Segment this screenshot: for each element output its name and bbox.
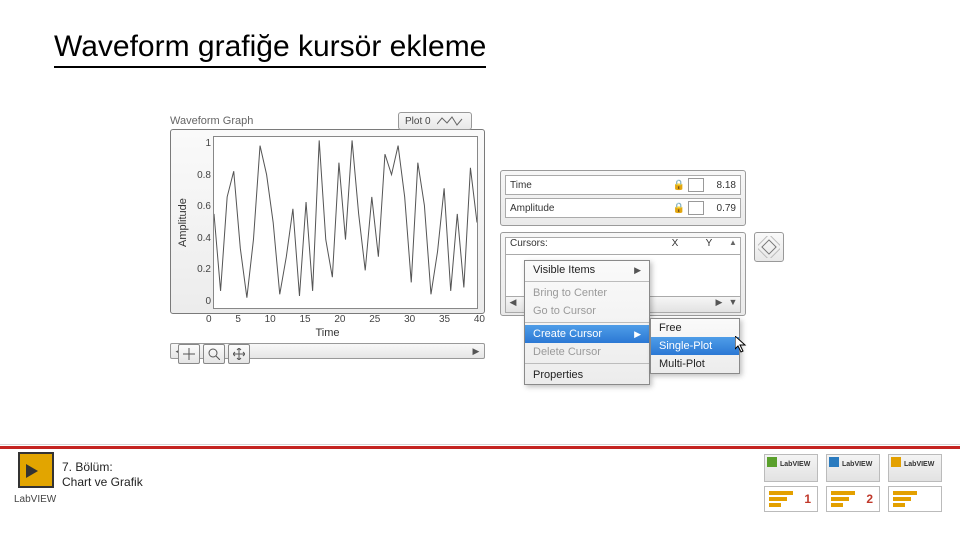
menu-label: Visible Items (533, 264, 595, 276)
badge-row-bottom: 1 2 (764, 486, 942, 512)
badge-row-top: LabVIEW LabVIEW LabVIEW (764, 454, 942, 482)
scroll-down-icon[interactable]: ▼ (726, 297, 740, 312)
xtick: 40 (474, 314, 485, 325)
submenu-free[interactable]: Free (651, 319, 739, 337)
submenu-multi-plot[interactable]: Multi-Plot (651, 355, 739, 373)
badge-number (888, 486, 942, 512)
menu-label: Delete Cursor (533, 346, 601, 358)
ytick: 0.6 (191, 201, 211, 212)
submenu-arrow-icon: ▶ (634, 329, 641, 340)
pan-tool-button[interactable] (228, 344, 250, 364)
xtick: 35 (439, 314, 450, 325)
badge-number: 2 (826, 486, 880, 512)
menu-separator (525, 363, 649, 364)
menu-go-to-cursor: Go to Cursor (525, 302, 649, 320)
x-axis-label: Time (170, 327, 485, 339)
chart-canvas[interactable] (213, 136, 478, 309)
chapter-line1: 7. Bölüm: (62, 460, 143, 475)
crosshair-tool-button[interactable] (178, 344, 200, 364)
xtick: 0 (206, 314, 212, 325)
y-ticks: 1 0.8 0.6 0.4 0.2 0 (191, 136, 213, 309)
axis-style-icon[interactable] (688, 178, 704, 192)
menu-label: Single-Plot (659, 340, 712, 352)
cursors-title: Cursors: (506, 238, 658, 254)
badge: LabVIEW (764, 454, 818, 482)
legend-label: Plot 0 (405, 116, 431, 127)
axis-info-panel: Time 🔒 8.18 Amplitude 🔒 0.79 (500, 170, 746, 226)
menu-create-cursor[interactable]: Create Cursor ▶ (525, 325, 649, 343)
footer-divider (0, 446, 960, 449)
ytick: 0.4 (191, 233, 211, 244)
xtick: 10 (265, 314, 276, 325)
xtick: 30 (404, 314, 415, 325)
ytick: 1 (191, 138, 211, 149)
badge: LabVIEW (826, 454, 880, 482)
scroll-left-icon[interactable]: ◀ (506, 297, 520, 312)
axis-style-icon[interactable] (688, 201, 704, 215)
amplitude-label: Amplitude (506, 203, 672, 214)
ytick: 0.8 (191, 170, 211, 181)
chapter-info: 7. Bölüm: Chart ve Grafik (62, 460, 143, 490)
plot-area[interactable]: Amplitude 1 0.8 0.6 0.4 0.2 0 (170, 129, 485, 314)
context-menu[interactable]: Visible Items ▶ Bring to Center Go to Cu… (524, 260, 650, 385)
time-row[interactable]: Time 🔒 8.18 (505, 175, 741, 195)
menu-label: Go to Cursor (533, 305, 596, 317)
page-title: Waveform grafiğe kursör ekleme (54, 30, 486, 68)
create-cursor-submenu[interactable]: Free Single-Plot Multi-Plot (650, 318, 740, 374)
lock-icon[interactable]: 🔒 (672, 203, 686, 214)
labview-text: LabVIEW (14, 494, 56, 505)
scroll-up-icon[interactable]: ▲ (726, 238, 740, 254)
menu-label: Free (659, 322, 682, 334)
chapter-line2: Chart ve Grafik (62, 475, 143, 490)
xtick: 5 (235, 314, 241, 325)
ytick: 0.2 (191, 264, 211, 275)
time-value: 8.18 (706, 180, 740, 191)
labview-logo-icon (18, 452, 54, 488)
amplitude-row[interactable]: Amplitude 🔒 0.79 (505, 198, 741, 218)
menu-bring-to-center: Bring to Center (525, 284, 649, 302)
zoom-tool-button[interactable] (203, 344, 225, 364)
badge: LabVIEW (888, 454, 942, 482)
scroll-right-icon[interactable]: ▶ (470, 346, 482, 357)
menu-label: Create Cursor (533, 328, 602, 340)
cursors-col-x: X (658, 238, 692, 254)
x-ticks: 0 5 10 15 20 25 30 35 40 (170, 314, 485, 325)
xtick: 20 (334, 314, 345, 325)
menu-label: Bring to Center (533, 287, 607, 299)
waveform-graph: Waveform Graph Amplitude 1 0.8 0.6 0.4 0… (170, 115, 485, 359)
badge-number: 1 (764, 486, 818, 512)
cursors-header: Cursors: X Y ▲ (505, 237, 741, 255)
menu-separator (525, 322, 649, 323)
submenu-arrow-icon: ▶ (634, 265, 641, 276)
lock-icon[interactable]: 🔒 (672, 180, 686, 191)
cursor-mover[interactable] (754, 232, 784, 262)
plot-legend[interactable]: Plot 0 (398, 112, 472, 130)
diamond-move-icon (758, 236, 780, 258)
cursors-col-y: Y (692, 238, 726, 254)
menu-delete-cursor: Delete Cursor (525, 343, 649, 361)
xtick: 15 (300, 314, 311, 325)
graph-tools (178, 344, 250, 364)
menu-label: Multi-Plot (659, 358, 705, 370)
scroll-right-icon[interactable]: ▶ (712, 297, 726, 312)
menu-visible-items[interactable]: Visible Items ▶ (525, 261, 649, 279)
legend-sample-icon (437, 115, 465, 127)
time-label: Time (506, 180, 672, 191)
ytick: 0 (191, 296, 211, 307)
xtick: 25 (369, 314, 380, 325)
menu-label: Properties (533, 369, 583, 381)
menu-properties[interactable]: Properties (525, 366, 649, 384)
submenu-single-plot[interactable]: Single-Plot (651, 337, 739, 355)
y-axis-label: Amplitude (175, 136, 191, 309)
menu-separator (525, 281, 649, 282)
amplitude-value: 0.79 (706, 203, 740, 214)
